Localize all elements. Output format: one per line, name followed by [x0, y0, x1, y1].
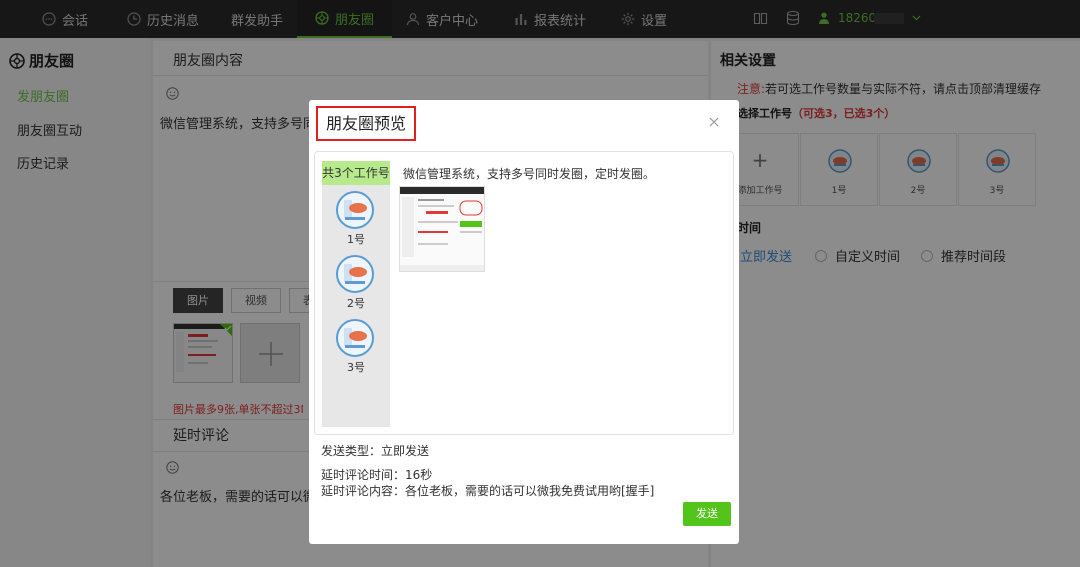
account-count: 共3个工作号: [322, 161, 390, 185]
comment-content: 延时评论内容：各位老板，需要的话可以微我免费试用哟[握手]: [321, 484, 655, 498]
moments-preview: 共3个工作号 1号 2号 3号 微信管理系统，支持多号同时发圈，定时发圈。: [314, 151, 734, 435]
account-avatar-icon: [336, 319, 374, 357]
send-type: 发送类型：立即发送: [321, 444, 430, 458]
close-icon[interactable]: [707, 115, 721, 129]
account-avatar-icon: [336, 191, 374, 229]
account-avatar-icon: [336, 255, 374, 293]
comment-time: 延时评论时间：16秒: [321, 468, 433, 482]
account-name: 1号: [347, 233, 365, 246]
account-column: 共3个工作号 1号 2号 3号: [322, 161, 390, 427]
account-name: 3号: [347, 361, 365, 374]
modal-title: 朋友圈预览: [316, 106, 417, 141]
account-name: 2号: [347, 297, 365, 310]
screenshot-preview-icon: [400, 187, 484, 271]
preview-post-image[interactable]: [399, 186, 485, 272]
preview-modal: 朋友圈预览 共3个工作号 1号 2号 3号 微信管理系统，支持多号同时发圈，定时…: [309, 100, 739, 544]
send-button[interactable]: 发送: [683, 502, 731, 526]
preview-post-text: 微信管理系统，支持多号同时发圈，定时发圈。: [403, 167, 656, 181]
